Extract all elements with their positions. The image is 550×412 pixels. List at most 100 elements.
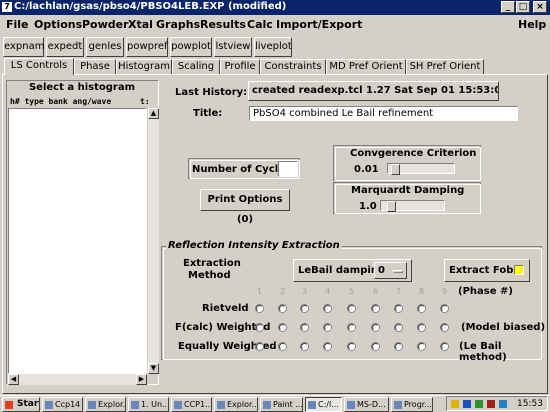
start-button[interactable]: Start bbox=[2, 397, 40, 412]
lstview-button[interactable]: lstview bbox=[214, 37, 252, 57]
tab-md-pref-orient[interactable]: MD Pref Orient bbox=[326, 59, 406, 74]
equally-weighted-phase-radio[interactable] bbox=[278, 342, 287, 351]
equally-weighted-phase-radio[interactable] bbox=[255, 342, 264, 351]
fcalc-weighted-phase-radio[interactable] bbox=[440, 323, 449, 332]
equally-weighted-phase-radio[interactable] bbox=[347, 342, 356, 351]
rietveld-phase-radio[interactable] bbox=[323, 304, 332, 313]
menu-file[interactable]: File bbox=[6, 18, 29, 31]
model-biased-note: (Model biased) bbox=[461, 322, 546, 333]
taskbar-item[interactable]: C:/l... bbox=[305, 397, 342, 412]
maximize-button[interactable]: □ bbox=[516, 1, 530, 13]
menu-xtal[interactable]: Xtal bbox=[128, 18, 153, 31]
damping-value: 1.0 bbox=[359, 201, 377, 212]
tab-sh-pref-orient[interactable]: SH Pref Orient bbox=[406, 59, 484, 74]
phase-number: 7 bbox=[396, 287, 402, 296]
last-history-button[interactable]: created readexp.tcl 1.27 Sat Sep 01 15:5… bbox=[248, 81, 499, 101]
app-icon: 7 bbox=[2, 2, 12, 12]
lebail-damping-label: LeBail damping bbox=[298, 265, 386, 276]
equally-weighted-phase-radio[interactable] bbox=[323, 342, 332, 351]
tray-icon[interactable] bbox=[487, 400, 495, 408]
fcalc-weighted-phase-radio[interactable] bbox=[347, 323, 356, 332]
powplot-button[interactable]: powplot bbox=[170, 37, 212, 57]
scroll-right-icon[interactable]: ▶ bbox=[136, 374, 147, 385]
powpref-button[interactable]: powpref bbox=[126, 37, 168, 57]
tray-icon[interactable] bbox=[463, 400, 471, 408]
expnam-button[interactable]: expnam bbox=[3, 37, 44, 57]
rietveld-phase-radio[interactable] bbox=[347, 304, 356, 313]
cycles-input[interactable] bbox=[278, 161, 298, 177]
rietveld-phase-radio[interactable] bbox=[394, 304, 403, 313]
rietveld-phase-radio[interactable] bbox=[255, 304, 264, 313]
app-icon bbox=[308, 401, 316, 409]
damping-slider[interactable] bbox=[380, 200, 445, 212]
close-button[interactable]: × bbox=[533, 1, 547, 13]
genles-button[interactable]: genles bbox=[86, 37, 124, 57]
tab-ls-controls[interactable]: LS Controls bbox=[4, 58, 74, 75]
menu-options[interactable]: Options bbox=[34, 18, 82, 31]
title-field[interactable]: PbSO4 combined Le Bail refinement bbox=[249, 106, 518, 121]
print-options-button[interactable]: Print Options (0) bbox=[200, 189, 290, 225]
tray-icon[interactable] bbox=[499, 400, 507, 408]
menu-import-export[interactable]: Import/Export bbox=[276, 18, 362, 31]
equally-weighted-phase-radio[interactable] bbox=[371, 342, 380, 351]
damping-slider-thumb[interactable] bbox=[387, 201, 396, 212]
fcalc-weighted-phase-radio[interactable] bbox=[323, 323, 332, 332]
scroll-down-icon[interactable]: ▼ bbox=[148, 363, 159, 374]
window-titlebar[interactable]: 7 C:/lachlan/gsas/pbso4/PBSO4LEB.EXP (mo… bbox=[0, 0, 550, 15]
histogram-hscrollbar[interactable]: ◀ ▶ bbox=[8, 374, 147, 385]
tray-icon[interactable] bbox=[475, 400, 483, 408]
equally-weighted-phase-radio[interactable] bbox=[300, 342, 309, 351]
minimize-button[interactable]: _ bbox=[501, 1, 515, 13]
equally-weighted-phase-radio[interactable] bbox=[417, 342, 426, 351]
tab-scaling[interactable]: Scaling bbox=[172, 59, 220, 74]
app-icon bbox=[174, 401, 182, 409]
fcalc-weighted-phase-radio[interactable] bbox=[417, 323, 426, 332]
app-icon bbox=[45, 401, 53, 409]
taskbar-item[interactable]: Paint ... bbox=[260, 397, 303, 412]
rietveld-phase-radio[interactable] bbox=[440, 304, 449, 313]
taskbar-item[interactable]: CCP1... bbox=[171, 397, 212, 412]
taskbar-item[interactable]: Explor... bbox=[214, 397, 258, 412]
tab-phase[interactable]: Phase bbox=[74, 59, 116, 74]
extract-fobs-checkbox[interactable] bbox=[514, 265, 524, 275]
expedt-button[interactable]: expedt bbox=[46, 37, 84, 57]
fcalc-weighted-phase-radio[interactable] bbox=[394, 323, 403, 332]
menu-help[interactable]: Help bbox=[518, 18, 546, 31]
cycles-label: Number of Cycles bbox=[192, 164, 291, 175]
fcalc-weighted-phase-radio[interactable] bbox=[371, 323, 380, 332]
tray-icon[interactable] bbox=[451, 400, 459, 408]
taskbar-item[interactable]: 1. Un... bbox=[128, 397, 169, 412]
menu-calc[interactable]: Calc bbox=[247, 18, 273, 31]
scroll-left-icon[interactable]: ◀ bbox=[8, 374, 19, 385]
rietveld-phase-radio[interactable] bbox=[300, 304, 309, 313]
convergence-slider-thumb[interactable] bbox=[391, 164, 400, 175]
histogram-vscrollbar[interactable]: ▲ ▼ bbox=[148, 108, 159, 374]
taskbar-item[interactable]: Ccp14 bbox=[42, 397, 83, 412]
scroll-up-icon[interactable]: ▲ bbox=[148, 108, 159, 119]
tab-histogram[interactable]: Histogram bbox=[116, 59, 172, 74]
app-icon bbox=[131, 401, 139, 409]
phase-number: 6 bbox=[373, 287, 379, 296]
tab-profile[interactable]: Profile bbox=[220, 59, 260, 74]
histogram-list[interactable] bbox=[8, 108, 147, 374]
tab-constraints[interactable]: Constraints bbox=[260, 59, 326, 74]
lebail-damping-menu[interactable]: 0 bbox=[374, 262, 407, 279]
taskbar-item[interactable]: MS-D... bbox=[344, 397, 389, 412]
rietveld-phase-radio[interactable] bbox=[371, 304, 380, 313]
convergence-slider[interactable] bbox=[387, 163, 455, 175]
menu-results[interactable]: Results bbox=[200, 18, 246, 31]
rietveld-phase-radio[interactable] bbox=[417, 304, 426, 313]
menu-graphs[interactable]: Graphs bbox=[156, 18, 200, 31]
liveplot-button[interactable]: liveplot bbox=[254, 37, 292, 57]
equally-weighted-phase-radio[interactable] bbox=[394, 342, 403, 351]
equally-weighted-phase-radio[interactable] bbox=[440, 342, 449, 351]
window-title: C:/lachlan/gsas/pbso4/PBSO4LEB.EXP (modi… bbox=[14, 1, 287, 12]
convergence-value: 0.01 bbox=[354, 164, 379, 175]
fcalc-weighted-phase-radio[interactable] bbox=[278, 323, 287, 332]
rietveld-phase-radio[interactable] bbox=[278, 304, 287, 313]
menu-powder[interactable]: Powder bbox=[82, 18, 129, 31]
fcalc-weighted-phase-radio[interactable] bbox=[300, 323, 309, 332]
taskbar-item[interactable]: Progr... bbox=[391, 397, 433, 412]
fcalc-weighted-phase-radio[interactable] bbox=[255, 323, 264, 332]
taskbar-item[interactable]: Explor... bbox=[85, 397, 126, 412]
